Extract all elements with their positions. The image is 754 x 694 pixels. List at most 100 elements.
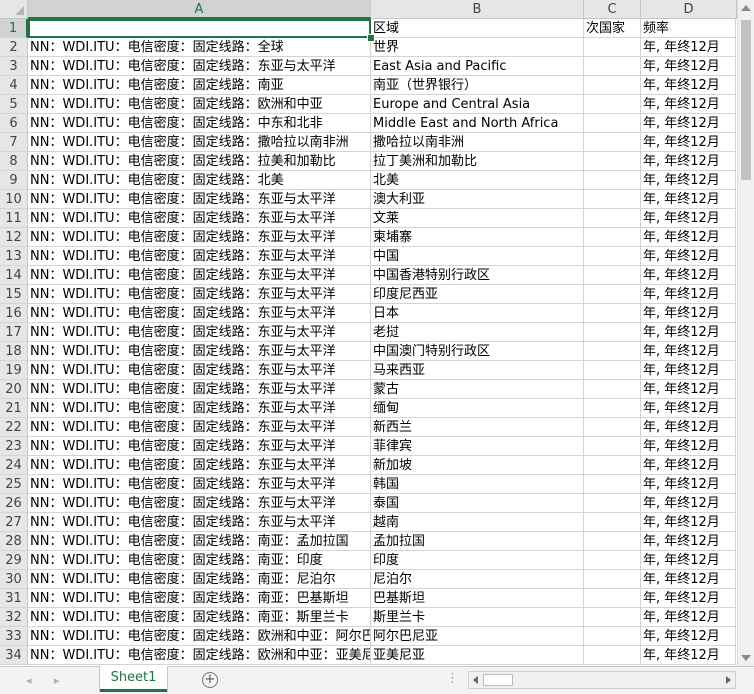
table-cell[interactable]: NN：WDI.ITU：电信密度：固定线路：东亚与太平洋 [28, 304, 371, 323]
table-cell[interactable]: NN：WDI.ITU：电信密度：固定线路：东亚与太平洋 [28, 418, 371, 437]
table-cell[interactable]: 中国 [371, 247, 584, 266]
table-cell[interactable] [584, 475, 641, 494]
scroll-left-icon[interactable] [473, 676, 478, 684]
table-cell[interactable]: NN：WDI.ITU：电信密度：固定线路：东亚与太平洋 [28, 266, 371, 285]
row-header[interactable]: 4 [0, 76, 28, 95]
table-cell[interactable]: 年, 年终12月 [641, 570, 736, 589]
table-cell[interactable]: NN：WDI.ITU：电信密度：固定线路：南亚：尼泊尔 [28, 570, 371, 589]
table-cell[interactable]: 亚美尼亚 [371, 646, 584, 665]
table-cell[interactable]: 年, 年终12月 [641, 209, 736, 228]
table-cell[interactable]: NN：WDI.ITU：电信密度：固定线路：东亚与太平洋 [28, 323, 371, 342]
table-cell[interactable]: 中国香港特别行政区 [371, 266, 584, 285]
table-cell[interactable]: NN：WDI.ITU：电信密度：固定线路：东亚与太平洋 [28, 399, 371, 418]
row-header[interactable]: 16 [0, 304, 28, 323]
table-cell[interactable]: NN：WDI.ITU：电信密度：固定线路：东亚与太平洋 [28, 475, 371, 494]
row-header[interactable]: 1 [0, 19, 28, 38]
table-cell[interactable]: 年, 年终12月 [641, 627, 736, 646]
table-cell[interactable]: 年, 年终12月 [641, 171, 736, 190]
table-cell[interactable]: 柬埔寨 [371, 228, 584, 247]
table-cell[interactable] [584, 247, 641, 266]
table-cell[interactable]: 年, 年终12月 [641, 285, 736, 304]
table-cell[interactable]: 年, 年终12月 [641, 608, 736, 627]
table-cell[interactable]: NN：WDI.ITU：电信密度：固定线路：东亚与太平洋 [28, 190, 371, 209]
table-cell[interactable] [584, 152, 641, 171]
row-header[interactable]: 9 [0, 171, 28, 190]
table-cell[interactable] [584, 76, 641, 95]
row-header[interactable]: 2 [0, 38, 28, 57]
table-cell[interactable] [584, 494, 641, 513]
table-cell[interactable] [584, 627, 641, 646]
table-cell[interactable] [584, 342, 641, 361]
table-cell[interactable]: 年, 年终12月 [641, 456, 736, 475]
scroll-up-icon[interactable] [741, 5, 751, 11]
row-header[interactable]: 30 [0, 570, 28, 589]
row-header[interactable]: 7 [0, 133, 28, 152]
table-cell[interactable] [584, 209, 641, 228]
table-cell[interactable]: NN：WDI.ITU：电信密度：固定线路：欧洲和中亚：亚美尼亚 [28, 646, 371, 665]
table-cell[interactable]: 尼泊尔 [371, 570, 584, 589]
table-cell[interactable]: NN：WDI.ITU：电信密度：固定线路：南亚：孟加拉国 [28, 532, 371, 551]
table-cell[interactable] [584, 456, 641, 475]
row-header[interactable]: 21 [0, 399, 28, 418]
scroll-down-icon[interactable] [741, 655, 751, 661]
table-cell[interactable]: 世界 [371, 38, 584, 57]
row-header[interactable]: 28 [0, 532, 28, 551]
row-header[interactable]: 33 [0, 627, 28, 646]
table-cell[interactable] [584, 380, 641, 399]
table-cell[interactable]: 阿尔巴尼亚 [371, 627, 584, 646]
column-header-b[interactable]: B [371, 0, 584, 19]
row-header[interactable]: 27 [0, 513, 28, 532]
next-sheet-icon[interactable]: ▸ [54, 674, 60, 687]
table-cell[interactable] [584, 570, 641, 589]
table-cell[interactable]: 拉丁美洲和加勒比 [371, 152, 584, 171]
table-cell[interactable]: 年, 年终12月 [641, 133, 736, 152]
table-cell[interactable] [584, 114, 641, 133]
column-header-a[interactable]: A [28, 0, 371, 19]
row-header[interactable]: 20 [0, 380, 28, 399]
table-cell[interactable]: 区域 [371, 19, 584, 38]
table-cell[interactable]: NN：WDI.ITU：电信密度：固定线路：东亚与太平洋 [28, 456, 371, 475]
table-cell[interactable]: NN：WDI.ITU：电信密度：固定线路：欧洲和中亚 [28, 95, 371, 114]
table-cell[interactable]: 印度 [371, 551, 584, 570]
row-header[interactable]: 12 [0, 228, 28, 247]
row-header[interactable]: 6 [0, 114, 28, 133]
table-cell[interactable] [584, 532, 641, 551]
table-cell[interactable] [584, 513, 641, 532]
row-header[interactable]: 29 [0, 551, 28, 570]
table-cell[interactable]: NN：WDI.ITU：电信密度：固定线路：南亚：巴基斯坦 [28, 589, 371, 608]
table-cell[interactable]: NN：WDI.ITU：电信密度：固定线路：欧洲和中亚：阿尔巴尼亚 [28, 627, 371, 646]
table-cell[interactable] [584, 608, 641, 627]
select-all-corner[interactable] [0, 0, 28, 19]
table-cell[interactable]: NN：WDI.ITU：电信密度：固定线路：东亚与太平洋 [28, 361, 371, 380]
table-cell[interactable]: Middle East and North Africa [371, 114, 584, 133]
table-cell[interactable]: 越南 [371, 513, 584, 532]
table-cell[interactable]: 缅甸 [371, 399, 584, 418]
table-cell[interactable] [584, 190, 641, 209]
table-cell[interactable]: 年, 年终12月 [641, 190, 736, 209]
horizontal-scrollbar[interactable] [468, 671, 736, 689]
table-cell[interactable]: NN：WDI.ITU：电信密度：固定线路：东亚与太平洋 [28, 247, 371, 266]
table-cell[interactable] [584, 418, 641, 437]
row-header[interactable]: 22 [0, 418, 28, 437]
table-cell[interactable]: 年, 年终12月 [641, 380, 736, 399]
table-cell[interactable]: NN：WDI.ITU：电信密度：固定线路：东亚与太平洋 [28, 228, 371, 247]
table-cell[interactable]: NN：WDI.ITU：电信密度：固定线路：东亚与太平洋 [28, 513, 371, 532]
table-cell[interactable] [584, 646, 641, 665]
fill-handle[interactable] [367, 34, 375, 42]
table-cell[interactable]: 年, 年终12月 [641, 494, 736, 513]
table-cell[interactable]: 年, 年终12月 [641, 513, 736, 532]
table-cell[interactable]: 撒哈拉以南非洲 [371, 133, 584, 152]
row-header[interactable]: 17 [0, 323, 28, 342]
table-cell[interactable]: 斯里兰卡 [371, 608, 584, 627]
horizontal-scroll-thumb[interactable] [483, 674, 513, 686]
table-cell[interactable]: 年, 年终12月 [641, 228, 736, 247]
row-header[interactable]: 19 [0, 361, 28, 380]
table-cell[interactable]: NN：WDI.ITU：电信密度：固定线路：南亚：斯里兰卡 [28, 608, 371, 627]
row-header[interactable]: 5 [0, 95, 28, 114]
table-cell[interactable]: 新加坡 [371, 456, 584, 475]
table-cell[interactable]: 年, 年终12月 [641, 95, 736, 114]
column-header-c[interactable]: C [584, 0, 641, 19]
table-cell[interactable] [584, 323, 641, 342]
table-cell[interactable]: 马来西亚 [371, 361, 584, 380]
table-cell[interactable]: NN：WDI.ITU：电信密度：固定线路：北美 [28, 171, 371, 190]
